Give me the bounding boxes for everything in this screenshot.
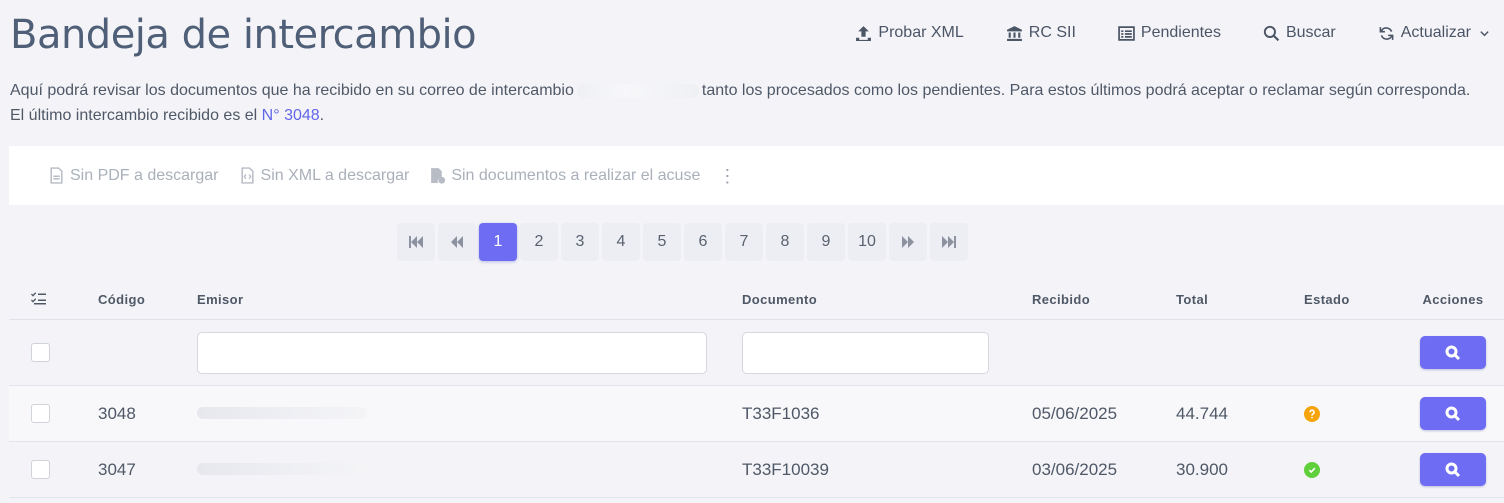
page-1[interactable]: 1: [479, 223, 517, 261]
rc-sii-button[interactable]: RC SII: [1006, 24, 1076, 42]
file-check-icon: [431, 168, 446, 184]
refresh-icon: [1379, 26, 1394, 40]
status-pending-icon: [1304, 405, 1320, 422]
row-codigo: 3048: [98, 403, 136, 423]
view-document-button[interactable]: [1420, 453, 1486, 486]
file-code-icon: [240, 167, 254, 184]
page-2[interactable]: 2: [520, 223, 558, 261]
select-all-checkbox[interactable]: [31, 343, 50, 362]
page-7[interactable]: 7: [725, 223, 763, 261]
page-4[interactable]: 4: [602, 223, 640, 261]
file-pdf-icon: [50, 167, 63, 184]
download-xml-label: Sin XML a descargar: [260, 166, 410, 184]
buscar-button[interactable]: Buscar: [1263, 24, 1336, 42]
col-emisor[interactable]: Emisor: [189, 292, 742, 307]
row-documento: T33F10039: [742, 459, 829, 479]
col-codigo[interactable]: Código: [89, 292, 189, 307]
row-checkbox[interactable]: [31, 460, 50, 479]
row-recibido: 05/06/2025: [1032, 403, 1118, 423]
page-5[interactable]: 5: [643, 223, 681, 261]
rewind-icon: [451, 236, 463, 248]
filter-row: [9, 320, 1504, 386]
table-header: Código Emisor Documento Recibido Total E…: [9, 280, 1504, 320]
col-total[interactable]: Total: [1176, 292, 1304, 307]
row-checkbox[interactable]: [31, 404, 50, 423]
last-exchange-link[interactable]: N° 3048: [262, 107, 320, 124]
col-estado[interactable]: Estado: [1304, 292, 1402, 307]
bulk-actions-toolbar: Sin PDF a descargar Sin XML a descargar …: [9, 146, 1504, 205]
probar-xml-label: Probar XML: [878, 24, 964, 41]
row-recibido: 03/06/2025: [1032, 459, 1118, 479]
page-9[interactable]: 9: [807, 223, 845, 261]
more-options-icon[interactable]: ⋮: [718, 167, 736, 185]
header-actions: Probar XML RC SII Pendientes Buscar Actu…: [855, 24, 1490, 42]
fast-forward-icon: [902, 236, 914, 248]
search-icon: [1445, 345, 1461, 360]
filter-search-button[interactable]: [1420, 336, 1486, 369]
actualizar-dropdown[interactable]: Actualizar: [1378, 24, 1490, 42]
documento-filter-input[interactable]: [742, 331, 989, 374]
first-page-button[interactable]: [397, 223, 435, 261]
pendientes-button[interactable]: Pendientes: [1118, 24, 1221, 42]
page-3[interactable]: 3: [561, 223, 599, 261]
page-description: Aquí podrá revisar los documentos que ha…: [10, 78, 1480, 128]
row-total: 30.900: [1176, 459, 1228, 479]
select-all-icon[interactable]: [9, 291, 89, 308]
acuse-button[interactable]: Sin documentos a realizar el acuse: [429, 167, 700, 185]
page-8[interactable]: 8: [766, 223, 804, 261]
emisor-filter-input[interactable]: [197, 331, 707, 374]
description-text-1: Aquí podrá revisar los documentos que ha…: [10, 82, 574, 99]
search-icon: [1445, 462, 1461, 477]
download-pdf-button[interactable]: Sin PDF a descargar: [48, 167, 219, 185]
pagination: 1 2 3 4 5 6 7 8 9 10: [397, 223, 968, 261]
chevron-down-icon: [1480, 30, 1489, 36]
row-documento: T33F1036: [742, 403, 820, 423]
description-end: .: [319, 107, 325, 124]
table-row: 3048 T33F1036 05/06/2025 44.744: [9, 386, 1504, 442]
search-icon: [1445, 406, 1461, 421]
first-page-icon: [409, 236, 423, 248]
row-total: 44.744: [1176, 403, 1228, 423]
table-row: 3047 T33F10039 03/06/2025 30.900: [9, 442, 1504, 498]
redacted-emisor: [197, 462, 367, 475]
download-pdf-label: Sin PDF a descargar: [70, 166, 219, 184]
page-10[interactable]: 10: [848, 223, 886, 261]
redacted-email: [576, 83, 699, 98]
buscar-label: Buscar: [1285, 24, 1336, 41]
col-recibido[interactable]: Recibido: [1032, 292, 1176, 307]
last-page-icon: [942, 236, 956, 248]
pendientes-label: Pendientes: [1140, 24, 1221, 41]
upload-icon: [856, 25, 872, 41]
page-title: Bandeja de intercambio: [10, 12, 477, 58]
acuse-label: Sin documentos a realizar el acuse: [451, 166, 701, 184]
list-icon: [1118, 25, 1135, 41]
search-icon: [1263, 25, 1280, 41]
row-codigo: 3047: [98, 459, 136, 479]
documents-table: Código Emisor Documento Recibido Total E…: [9, 280, 1504, 498]
view-document-button[interactable]: [1420, 397, 1486, 430]
status-ok-icon: [1304, 461, 1320, 478]
actualizar-label: Actualizar: [1400, 24, 1471, 41]
col-acciones: Acciones: [1422, 292, 1484, 307]
next-page-button[interactable]: [889, 223, 927, 261]
page-6[interactable]: 6: [684, 223, 722, 261]
col-documento[interactable]: Documento: [742, 292, 1032, 307]
probar-xml-button[interactable]: Probar XML: [855, 24, 964, 42]
redacted-emisor: [197, 406, 367, 419]
download-xml-button[interactable]: Sin XML a descargar: [239, 166, 410, 185]
prev-page-button[interactable]: [438, 223, 476, 261]
bank-icon: [1006, 25, 1022, 41]
rc-sii-label: RC SII: [1028, 24, 1076, 41]
last-page-button[interactable]: [930, 223, 968, 261]
